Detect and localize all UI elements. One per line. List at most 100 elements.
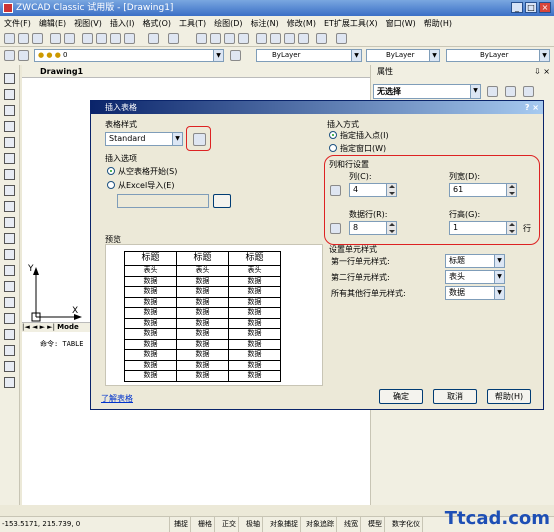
- zoom-window-icon[interactable]: [224, 33, 235, 44]
- first-row-style-dropdown[interactable]: 标题 ▼: [445, 254, 505, 268]
- tab-model[interactable]: Mode: [57, 323, 79, 331]
- design-center-icon[interactable]: [270, 33, 281, 44]
- row-height-spinner[interactable]: [506, 222, 516, 234]
- maximize-button[interactable]: □: [525, 2, 537, 13]
- polar-button[interactable]: 极轴: [244, 517, 263, 532]
- insert-window-radio[interactable]: [329, 144, 337, 152]
- excel-path-input[interactable]: [117, 194, 209, 208]
- cancel-button[interactable]: 取消: [433, 389, 477, 404]
- region-icon[interactable]: [4, 329, 15, 340]
- copy-icon[interactable]: [96, 33, 107, 44]
- drawing-tab[interactable]: Drawing1: [40, 67, 83, 76]
- match-properties-icon[interactable]: [124, 33, 135, 44]
- help-icon[interactable]: [336, 33, 347, 44]
- paste-icon[interactable]: [110, 33, 121, 44]
- column-width-spinner[interactable]: [506, 184, 516, 196]
- gradient-icon[interactable]: [4, 313, 15, 324]
- color-dropdown[interactable]: ByLayer ▼: [256, 49, 362, 62]
- zoom-previous-icon[interactable]: [238, 33, 249, 44]
- grid-button[interactable]: 栅格: [196, 517, 215, 532]
- excel-import-radio[interactable]: [107, 181, 115, 189]
- osnap-button[interactable]: 对象捕捉: [268, 517, 301, 532]
- columns-spinner[interactable]: [386, 184, 396, 196]
- insert-point-radio[interactable]: [329, 131, 337, 139]
- pickadd-icon[interactable]: [487, 86, 498, 97]
- polyline-icon[interactable]: [4, 105, 15, 116]
- ellipse-arc-icon[interactable]: [4, 233, 15, 244]
- dimension-style-icon[interactable]: [316, 33, 327, 44]
- zoom-realtime-icon[interactable]: [210, 33, 221, 44]
- cut-icon[interactable]: [82, 33, 93, 44]
- menu-tools[interactable]: 工具(T): [179, 18, 206, 29]
- second-row-style-dropdown[interactable]: 表头 ▼: [445, 270, 505, 284]
- point-icon[interactable]: [4, 281, 15, 292]
- snap-button[interactable]: 捕捉: [172, 517, 191, 532]
- menu-dimension[interactable]: 标注(N): [251, 18, 279, 29]
- lineweight-dropdown[interactable]: ByLayer ▼: [446, 49, 550, 62]
- close-icon[interactable]: ⇩ ×: [534, 65, 550, 79]
- hatch-icon[interactable]: [4, 297, 15, 308]
- arc-icon[interactable]: [4, 153, 15, 164]
- save-icon[interactable]: [32, 33, 43, 44]
- menu-draw[interactable]: 绘图(D): [214, 18, 242, 29]
- calculator-icon[interactable]: [298, 33, 309, 44]
- learn-tables-link[interactable]: 了解表格: [101, 393, 133, 404]
- table-icon[interactable]: [4, 361, 15, 372]
- empty-table-radio[interactable]: [107, 167, 115, 175]
- pan-icon[interactable]: [196, 33, 207, 44]
- column-width-input[interactable]: 61: [449, 183, 517, 197]
- menu-modify[interactable]: 修改(M): [287, 18, 316, 29]
- make-block-icon[interactable]: [4, 265, 15, 276]
- open-file-icon[interactable]: [18, 33, 29, 44]
- ok-button[interactable]: 确定: [379, 389, 423, 404]
- make-current-layer-icon[interactable]: [230, 50, 241, 61]
- layer-dropdown[interactable]: ● ● ● 0 ▼: [34, 49, 224, 62]
- redo-icon[interactable]: [168, 33, 179, 44]
- menu-file[interactable]: 文件(F): [4, 18, 31, 29]
- print-icon[interactable]: [50, 33, 61, 44]
- tab-nav-icon[interactable]: |◄ ◄ ► ►|: [22, 323, 55, 331]
- ellipse-icon[interactable]: [4, 217, 15, 228]
- line-icon[interactable]: [4, 73, 15, 84]
- columns-input[interactable]: 4: [349, 183, 397, 197]
- close-button[interactable]: ×: [539, 2, 551, 13]
- linetype-dropdown[interactable]: ByLayer ▼: [366, 49, 440, 62]
- new-file-icon[interactable]: [4, 33, 15, 44]
- construction-line-icon[interactable]: [4, 89, 15, 100]
- menu-help[interactable]: 帮助(H): [424, 18, 452, 29]
- circle-icon[interactable]: [4, 169, 15, 180]
- row-height-input[interactable]: 1: [449, 221, 517, 235]
- lineweight-button[interactable]: 线宽: [342, 517, 361, 532]
- properties-icon[interactable]: [256, 33, 267, 44]
- menu-format[interactable]: 格式(O): [142, 18, 171, 29]
- quick-select-icon[interactable]: [523, 86, 534, 97]
- tablet-button[interactable]: 数字化仪: [390, 517, 423, 532]
- minimize-button[interactable]: _: [511, 2, 523, 13]
- menu-edit[interactable]: 编辑(E): [39, 18, 66, 29]
- tool-palette-icon[interactable]: [284, 33, 295, 44]
- revision-cloud-icon[interactable]: [4, 185, 15, 196]
- menu-window[interactable]: 窗口(W): [386, 18, 416, 29]
- insert-block-icon[interactable]: [4, 249, 15, 260]
- help-button[interactable]: 帮助(H): [487, 389, 531, 404]
- spline-icon[interactable]: [4, 201, 15, 212]
- table-style-dropdown[interactable]: Standard ▼: [105, 132, 183, 146]
- data-rows-spinner[interactable]: [386, 222, 396, 234]
- menu-et-tools[interactable]: ET扩展工具(X): [324, 18, 378, 29]
- undo-icon[interactable]: [148, 33, 159, 44]
- print-preview-icon[interactable]: [64, 33, 75, 44]
- otrack-button[interactable]: 对象追踪: [304, 517, 337, 532]
- wipeout-icon[interactable]: [4, 345, 15, 356]
- select-objects-icon[interactable]: [505, 86, 516, 97]
- data-rows-input[interactable]: 8: [349, 221, 397, 235]
- menu-insert[interactable]: 插入(I): [110, 18, 135, 29]
- polygon-icon[interactable]: [4, 121, 15, 132]
- model-button[interactable]: 模型: [366, 517, 385, 532]
- menu-view[interactable]: 视图(V): [74, 18, 102, 29]
- ortho-button[interactable]: 正交: [220, 517, 239, 532]
- dialog-close-icon[interactable]: ? ×: [525, 101, 539, 114]
- other-rows-style-dropdown[interactable]: 数据 ▼: [445, 286, 505, 300]
- selection-dropdown[interactable]: 无选择 ▼: [373, 84, 481, 99]
- layer-previous-icon[interactable]: [18, 50, 29, 61]
- multiline-text-icon[interactable]: [4, 377, 15, 388]
